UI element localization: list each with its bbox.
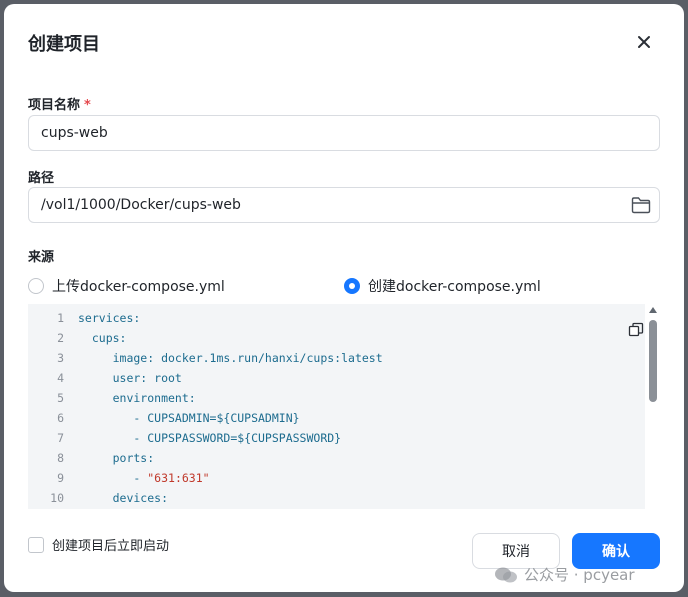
- dialog-title: 创建项目: [28, 34, 100, 55]
- code-string: "631:631": [147, 471, 210, 485]
- radio-upload-label: 上传docker-compose.yml: [52, 279, 225, 295]
- code-line[interactable]: 10 devices:: [28, 488, 645, 508]
- line-number: 10: [50, 491, 64, 505]
- project-name-value: cups-web: [41, 125, 108, 141]
- code-text: user: root: [64, 368, 182, 388]
- path-input[interactable]: /vol1/1000/Docker/cups-web: [28, 187, 660, 223]
- autostart-option[interactable]: 创建项目后立即启动: [28, 535, 169, 554]
- autostart-label: 创建项目后立即启动: [52, 539, 170, 554]
- radio-upload-indicator[interactable]: [28, 278, 44, 294]
- code-text: devices:: [64, 488, 168, 508]
- path-value: /vol1/1000/Docker/cups-web: [41, 197, 241, 213]
- compose-editor[interactable]: 1 services: 2 cups: 3 image: docker.1ms.run…: [28, 304, 645, 509]
- code-line[interactable]: 8 ports:: [28, 448, 645, 468]
- code-line[interactable]: 2 cups:: [28, 328, 645, 348]
- code-text: - CUPSADMIN=${CUPSADMIN}: [64, 408, 300, 428]
- code-token: - CUPSPASSWORD=${CUPSPASSWORD}: [78, 431, 342, 445]
- folder-browse-button[interactable]: [631, 196, 651, 214]
- required-mark: *: [84, 98, 91, 113]
- code-text: ports:: [64, 448, 155, 468]
- code-line[interactable]: 1 services:: [28, 308, 645, 328]
- wechat-logo-icon: [495, 567, 517, 582]
- code-line[interactable]: 4 user: root: [28, 368, 645, 388]
- close-button[interactable]: [632, 30, 656, 54]
- code-token: environment:: [78, 391, 196, 405]
- code-token: ports:: [78, 451, 155, 465]
- copy-icon: [628, 322, 644, 337]
- code-token: devices:: [78, 491, 169, 505]
- scroll-up-arrow-icon[interactable]: [649, 307, 657, 313]
- line-number: 9: [57, 471, 64, 485]
- folder-icon: [631, 197, 651, 214]
- radio-upload-compose[interactable]: 上传docker-compose.yml: [28, 276, 225, 296]
- line-number: 4: [57, 371, 64, 385]
- close-icon: [638, 36, 650, 48]
- code-lines: 1 services: 2 cups: 3 image: docker.1ms.run…: [28, 304, 645, 508]
- code-line[interactable]: 9 - "631:631": [28, 468, 645, 488]
- project-name-label: 项目名称 *: [28, 94, 91, 113]
- code-token: user: root: [78, 371, 182, 385]
- radio-create-compose[interactable]: 创建docker-compose.yml: [344, 276, 541, 296]
- source-label: 来源: [28, 250, 55, 265]
- path-label: 路径: [28, 171, 55, 186]
- code-text: services:: [64, 308, 140, 328]
- code-text: - CUPSPASSWORD=${CUPSPASSWORD}: [64, 428, 341, 448]
- editor-scroll-thumb[interactable]: [649, 320, 657, 402]
- code-token: -: [78, 471, 148, 485]
- code-text: environment:: [64, 388, 196, 408]
- line-number: 2: [57, 331, 64, 345]
- project-name-label-text: 项目名称: [28, 98, 81, 113]
- code-text: cups:: [64, 328, 127, 348]
- copy-button[interactable]: [628, 322, 644, 338]
- radio-create-label: 创建docker-compose.yml: [368, 279, 541, 295]
- line-number: 3: [57, 351, 64, 365]
- code-token: cups:: [78, 331, 127, 345]
- line-number: 6: [57, 411, 64, 425]
- code-line[interactable]: 5 environment:: [28, 388, 645, 408]
- code-token: services:: [78, 311, 141, 325]
- create-project-dialog: 创建项目 项目名称 * cups-web 路径 /vol1/1000/Docker…: [4, 4, 684, 592]
- radio-create-indicator[interactable]: [344, 278, 360, 294]
- code-text: image: docker.1ms.run/hanxi/cups:latest: [64, 348, 383, 368]
- watermark: 公众号 · pcyear: [494, 564, 635, 585]
- line-number: 8: [57, 451, 64, 465]
- code-text: - "631:631": [64, 468, 210, 488]
- autostart-checkbox[interactable]: [28, 536, 44, 553]
- code-token: image: docker.1ms.run/hanxi/cups:latest: [78, 351, 383, 365]
- line-number: 5: [57, 391, 64, 405]
- code-line[interactable]: 7 - CUPSPASSWORD=${CUPSPASSWORD}: [28, 428, 645, 448]
- code-token: - CUPSADMIN=${CUPSADMIN}: [78, 411, 300, 425]
- line-number: 7: [57, 431, 64, 445]
- code-line[interactable]: 6 - CUPSADMIN=${CUPSADMIN}: [28, 408, 645, 428]
- project-name-input[interactable]: cups-web: [28, 115, 660, 151]
- line-number: 1: [57, 311, 64, 325]
- watermark-text: 公众号 · pcyear: [524, 566, 635, 584]
- code-line[interactable]: 3 image: docker.1ms.run/hanxi/cups:lates…: [28, 348, 645, 368]
